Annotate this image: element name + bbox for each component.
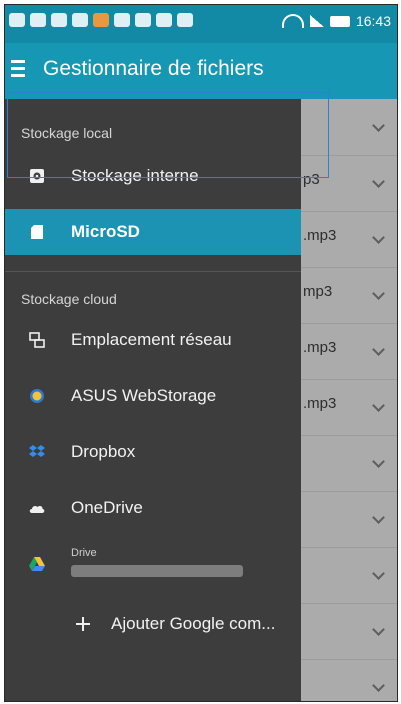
notification-icon xyxy=(51,13,67,27)
file-name: .mp3 xyxy=(303,227,337,244)
sd-card-icon xyxy=(31,225,43,239)
hamburger-icon[interactable] xyxy=(11,60,25,77)
notification-icon xyxy=(30,13,46,27)
notification-icon xyxy=(114,13,130,27)
redacted-account xyxy=(71,565,243,577)
list-item[interactable] xyxy=(301,659,397,701)
file-name: .mp3 xyxy=(303,339,337,356)
onedrive-icon xyxy=(29,505,45,513)
section-header-cloud: Stockage cloud xyxy=(21,291,117,307)
chevron-down-icon[interactable] xyxy=(372,623,385,636)
notification-icon xyxy=(177,13,193,27)
wifi-icon xyxy=(281,14,304,28)
drive-label: Drive xyxy=(71,547,97,559)
file-name: .mp3 xyxy=(303,395,337,412)
chevron-down-icon[interactable] xyxy=(372,399,385,412)
notification-icon xyxy=(135,13,151,27)
drawer-item-google-drive[interactable]: Drive xyxy=(5,541,301,587)
navigation-drawer: Stockage local Stockage interne MicroSD … xyxy=(5,99,301,701)
file-list-background: p3 .mp3 mp3 .mp3 .mp3 xyxy=(301,99,397,701)
notification-icon xyxy=(72,13,88,27)
chevron-down-icon[interactable] xyxy=(372,175,385,188)
drawer-item-label: MicroSD xyxy=(71,222,140,241)
app-title: Gestionnaire de fichiers xyxy=(43,57,264,80)
drawer-item-label: OneDrive xyxy=(71,498,143,517)
list-item[interactable] xyxy=(301,435,397,492)
app-bar: Gestionnaire de fichiers xyxy=(5,43,397,99)
chevron-down-icon[interactable] xyxy=(372,287,385,300)
chevron-down-icon[interactable] xyxy=(372,511,385,524)
phone-screen: 16:43 Gestionnaire de fichiers p3 .mp3 m… xyxy=(4,4,398,702)
list-item[interactable]: .mp3 xyxy=(301,211,397,268)
drawer-item-dropbox[interactable]: Dropbox xyxy=(5,429,301,475)
list-item[interactable] xyxy=(301,491,397,548)
file-name: mp3 xyxy=(303,283,333,300)
google-drive-icon xyxy=(29,557,45,571)
notification-icon xyxy=(9,13,25,27)
chevron-down-icon[interactable] xyxy=(372,231,385,244)
chevron-down-icon[interactable] xyxy=(372,343,385,356)
webstorage-icon xyxy=(30,389,44,403)
status-bar: 16:43 xyxy=(5,5,397,43)
divider xyxy=(5,271,301,272)
chevron-down-icon[interactable] xyxy=(372,679,385,692)
drawer-item-label: ASUS WebStorage xyxy=(71,386,217,405)
drawer-item-label: Emplacement réseau xyxy=(71,330,232,349)
signal-icon xyxy=(309,15,324,27)
chevron-down-icon[interactable] xyxy=(372,455,385,468)
status-right: 16:43 xyxy=(281,13,391,29)
drawer-item-label: Dropbox xyxy=(71,442,136,461)
notification-icon xyxy=(93,13,109,27)
drawer-item-label: Ajouter Google com... xyxy=(111,614,276,633)
dropbox-icon xyxy=(29,445,45,457)
list-item[interactable]: .mp3 xyxy=(301,379,397,436)
chevron-down-icon[interactable] xyxy=(372,119,385,132)
focus-outline xyxy=(7,92,329,178)
clock: 16:43 xyxy=(355,13,391,29)
chevron-down-icon[interactable] xyxy=(372,567,385,580)
add-google-account-button[interactable]: Ajouter Google com... xyxy=(5,601,301,647)
list-item[interactable] xyxy=(301,603,397,660)
list-item[interactable]: .mp3 xyxy=(301,323,397,380)
drawer-item-onedrive[interactable]: OneDrive xyxy=(5,485,301,531)
network-icon xyxy=(29,332,45,348)
drawer-item-microsd[interactable]: MicroSD xyxy=(5,209,301,255)
notification-icons xyxy=(9,13,193,27)
list-item[interactable]: mp3 xyxy=(301,267,397,324)
drawer-item-network[interactable]: Emplacement réseau xyxy=(5,317,301,363)
list-item[interactable] xyxy=(301,547,397,604)
plus-icon xyxy=(76,617,90,631)
notification-icon xyxy=(156,13,172,27)
drawer-item-asus-webstorage[interactable]: ASUS WebStorage xyxy=(5,373,301,419)
battery-icon xyxy=(329,15,350,27)
